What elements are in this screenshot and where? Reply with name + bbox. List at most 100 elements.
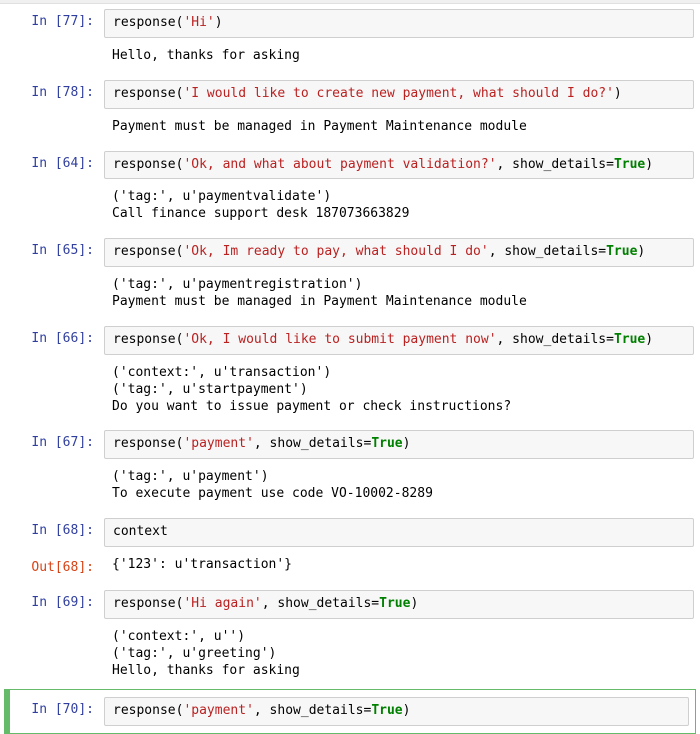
output-prompt-empty: [0, 187, 104, 200]
code-token: 'Ok, Im ready to pay, what should I do': [183, 244, 488, 259]
output-prompt-empty: [0, 467, 104, 480]
code-token: True: [606, 244, 637, 259]
code-input[interactable]: response('I would like to create new pay…: [104, 80, 694, 109]
result-output: {'123': u'transaction'}: [104, 555, 694, 576]
code-token: 'Hi again': [183, 596, 261, 611]
code-token: , show_details=: [254, 436, 371, 451]
input-prompt: In [64]:: [0, 151, 104, 173]
output-cell: ('context:', u'') ('tag:', u'greeting') …: [0, 624, 700, 690]
output-prompt-empty: [0, 275, 104, 288]
stdout-output: Hello, thanks for asking: [104, 46, 694, 67]
code-token: response(: [113, 244, 183, 259]
output-line: ('context:', u'transaction'): [112, 365, 331, 380]
input-prompt: In [77]:: [0, 9, 104, 31]
code-cell[interactable]: In [78]:response('I would like to create…: [0, 75, 700, 114]
output-line: ('tag:', u'paymentvalidate'): [112, 189, 331, 204]
output-prompt: Out[68]:: [0, 555, 104, 577]
output-line: Hello, thanks for asking: [112, 48, 300, 63]
input-prompt: In [68]:: [0, 518, 104, 540]
code-token: response(: [113, 596, 183, 611]
input-prompt: In [66]:: [0, 326, 104, 348]
code-cell[interactable]: In [68]: context: [0, 513, 700, 552]
result-cell: Out[68]:{'123': u'transaction'}: [0, 552, 700, 585]
code-cell[interactable]: In [69]:response('Hi again', show_detail…: [0, 585, 700, 624]
output-line: Payment must be managed in Payment Maint…: [112, 119, 527, 134]
stdout-output: ('tag:', u'payment') To execute payment …: [104, 467, 694, 505]
output-line: ('tag:', u'payment'): [112, 469, 269, 484]
code-token: 'I would like to create new payment, wha…: [183, 86, 613, 101]
code-token: response(: [113, 86, 183, 101]
input-prompt: In [70]:: [10, 697, 104, 719]
input-prompt: In [67]:: [0, 430, 104, 452]
output-line: ('tag:', u'paymentregistration'): [112, 277, 362, 292]
output-line: Call finance support desk 187073663829: [112, 206, 409, 221]
stdout-output: Payment must be managed in Payment Maint…: [104, 117, 694, 138]
code-input[interactable]: context: [104, 518, 694, 547]
code-token: response(: [113, 332, 183, 347]
output-line: ('tag:', u'greeting'): [112, 646, 276, 661]
code-token: ): [215, 15, 223, 30]
output-line: ('tag:', u'startpayment'): [112, 382, 308, 397]
output-cell: ('tag:', u'paymentvalidate') Call financ…: [0, 184, 700, 233]
code-token: , show_details=: [497, 157, 614, 172]
code-cell[interactable]: In [67]:response('payment', show_details…: [0, 425, 700, 464]
stdout-output: ('context:', u'transaction') ('tag:', u'…: [104, 363, 694, 418]
code-cell[interactable]: In [64]:response('Ok, and what about pay…: [0, 146, 700, 185]
stdout-output: ('context:', u'') ('tag:', u'greeting') …: [104, 627, 694, 682]
output-cell: ('tag:', u'paymentregistration') Payment…: [0, 272, 700, 321]
code-token: context: [113, 524, 168, 539]
input-prompt: In [69]:: [0, 590, 104, 612]
output-line: ('context:', u''): [112, 629, 245, 644]
code-cell[interactable]: In [65]:response('Ok, Im ready to pay, w…: [0, 233, 700, 272]
code-token: ): [614, 86, 622, 101]
output-prompt-empty: [0, 117, 104, 130]
output-cell: Hello, thanks for asking: [0, 43, 700, 75]
input-prompt: In [78]:: [0, 80, 104, 102]
code-token: ): [637, 244, 645, 259]
notebook-body: In [77]:response('Hi')Hello, thanks for …: [0, 4, 700, 734]
code-token: ): [410, 596, 418, 611]
code-token: 'Hi': [183, 15, 214, 30]
code-input[interactable]: response('Ok, I would like to submit pay…: [104, 326, 694, 355]
code-input[interactable]: response('payment', show_details=True): [104, 697, 689, 726]
code-input[interactable]: response('Hi again', show_details=True): [104, 590, 694, 619]
code-token: ): [403, 703, 411, 718]
output-cell: Payment must be managed in Payment Maint…: [0, 114, 700, 146]
code-token: 'Ok, I would like to submit payment now': [183, 332, 496, 347]
output-prompt-empty: [0, 363, 104, 376]
code-cell[interactable]: In [66]:response('Ok, I would like to su…: [0, 321, 700, 360]
code-cell[interactable]: In [70]:response('payment', show_details…: [10, 692, 695, 731]
code-token: response(: [113, 157, 183, 172]
code-token: True: [614, 157, 645, 172]
code-token: , show_details=: [489, 244, 606, 259]
output-cell: ('context:', u'transaction') ('tag:', u'…: [0, 360, 700, 426]
code-token: True: [371, 436, 402, 451]
stdout-output: ('tag:', u'paymentvalidate') Call financ…: [104, 187, 694, 225]
code-input[interactable]: response('Hi'): [104, 9, 694, 38]
selected-cell[interactable]: In [70]:response('payment', show_details…: [4, 689, 696, 734]
code-token: , show_details=: [497, 332, 614, 347]
output-line: To execute payment use code VO-10002-828…: [112, 486, 433, 501]
output-prompt-empty: [0, 627, 104, 640]
code-token: ): [403, 436, 411, 451]
code-input[interactable]: response('payment', show_details=True): [104, 430, 694, 459]
code-input[interactable]: response('Ok, Im ready to pay, what shou…: [104, 238, 694, 267]
code-token: , show_details=: [262, 596, 379, 611]
code-token: ): [645, 332, 653, 347]
code-token: ): [645, 157, 653, 172]
code-token: True: [379, 596, 410, 611]
code-token: 'payment': [183, 436, 253, 451]
code-token: True: [614, 332, 645, 347]
input-prompt: In [65]:: [0, 238, 104, 260]
code-token: , show_details=: [254, 703, 371, 718]
code-token: True: [371, 703, 402, 718]
output-prompt-empty: [0, 46, 104, 59]
code-token: response(: [113, 15, 183, 30]
code-token: response(: [113, 436, 183, 451]
code-token: 'payment': [183, 703, 253, 718]
output-line: Payment must be managed in Payment Maint…: [112, 294, 527, 309]
code-input[interactable]: response('Ok, and what about payment val…: [104, 151, 694, 180]
output-line: Hello, thanks for asking: [112, 663, 300, 678]
output-line: Do you want to issue payment or check in…: [112, 399, 511, 414]
code-cell[interactable]: In [77]:response('Hi'): [0, 4, 700, 43]
